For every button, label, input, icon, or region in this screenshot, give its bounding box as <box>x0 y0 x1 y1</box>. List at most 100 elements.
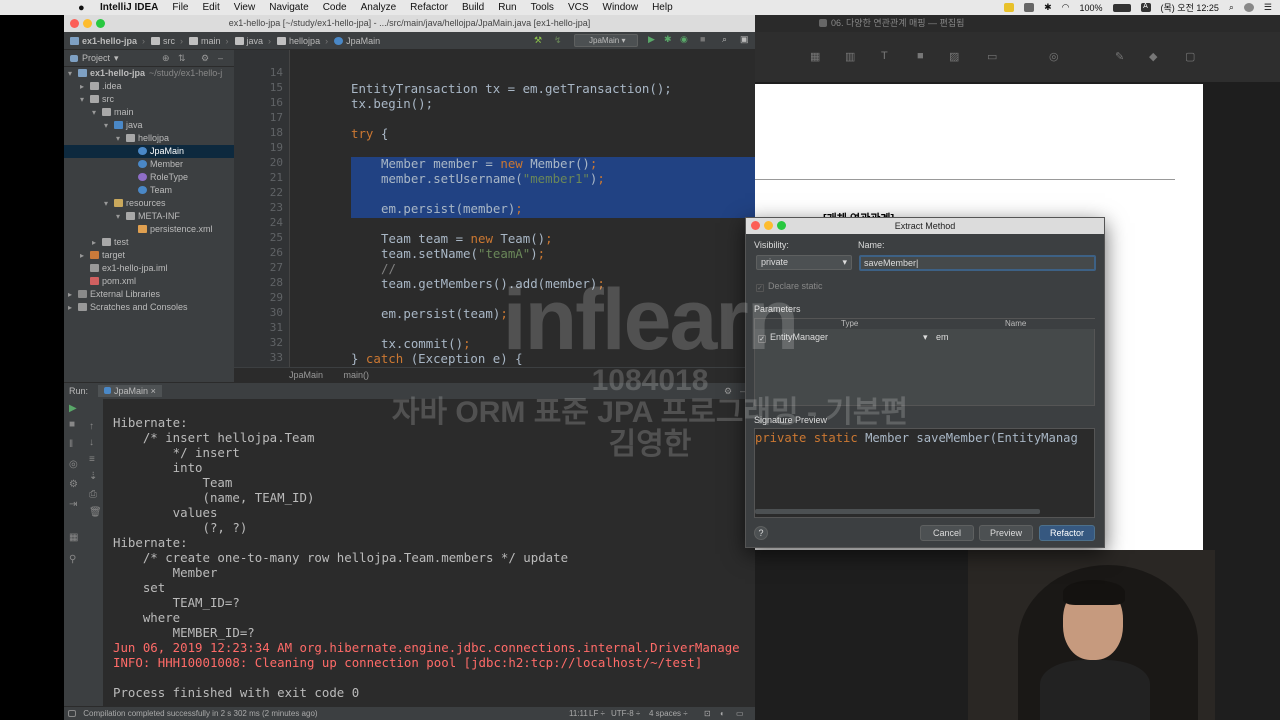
chevron-down-icon[interactable]: ▾ <box>114 53 119 64</box>
menu-item-file[interactable]: File <box>172 2 188 13</box>
debug-icon[interactable]: ✱ <box>664 34 672 45</box>
method-name-input[interactable]: saveMember| <box>859 255 1096 271</box>
tree-item-java[interactable]: ▾ java <box>64 119 234 132</box>
tree-item-roletype[interactable]: RoleType <box>64 171 234 184</box>
menu-item-refactor[interactable]: Refactor <box>410 2 448 13</box>
chevron-down-icon[interactable]: ▾ <box>92 106 102 119</box>
param-type[interactable]: EntityManager <box>770 332 828 342</box>
visibility-select[interactable]: private ▾ <box>756 255 852 270</box>
stop-icon[interactable]: ■ <box>69 419 75 430</box>
line-separator[interactable]: LF ÷ <box>589 707 605 720</box>
chevron-down-icon[interactable]: ▾ <box>80 93 90 106</box>
notification-center-icon[interactable]: ☰ <box>1264 2 1272 13</box>
chevron-right-icon[interactable]: ▸ <box>68 288 78 301</box>
vcs-icon[interactable]: ▣ <box>740 34 749 45</box>
tree-item-src[interactable]: ▾ src <box>64 93 234 106</box>
exit-icon[interactable]: ⇥ <box>69 499 77 510</box>
menu-item-build[interactable]: Build <box>462 2 484 13</box>
tree-item-meta-inf[interactable]: ▾ META-INF <box>64 210 234 223</box>
wifi-icon[interactable]: ◠ <box>1062 2 1070 13</box>
menu-item-tools[interactable]: Tools <box>531 2 554 13</box>
menu-item-view[interactable]: View <box>234 2 256 13</box>
search-everywhere-icon[interactable]: ⌕ <box>722 34 727 45</box>
breadcrumb-item[interactable]: main › <box>189 36 229 46</box>
down-arrow-icon[interactable]: ↓ <box>89 437 94 448</box>
indent-setting[interactable]: 4 spaces ÷ <box>649 707 688 720</box>
chevron-right-icon[interactable]: ▸ <box>80 80 90 93</box>
menu-item-code[interactable]: Code <box>323 2 347 13</box>
param-name[interactable]: em <box>936 331 949 344</box>
app-status-icon[interactable] <box>1024 3 1035 12</box>
zoom-window-button[interactable] <box>96 19 105 28</box>
column-name-header[interactable]: Name <box>1005 319 1026 328</box>
close-dialog-button[interactable] <box>751 221 760 230</box>
apple-icon[interactable]: ● <box>78 2 92 14</box>
chevron-down-icon[interactable]: ▾ <box>104 119 114 132</box>
chevron-down-icon[interactable]: ▾ <box>104 197 114 210</box>
tree-item-test[interactable]: ▸ test <box>64 236 234 249</box>
battery-icon[interactable] <box>1112 3 1131 12</box>
hide-panel-icon[interactable]: – <box>218 53 223 63</box>
print-icon[interactable]: ⎙ <box>89 489 97 500</box>
close-tab-icon[interactable]: × <box>151 386 156 396</box>
shape-icon[interactable]: ■ <box>917 50 924 62</box>
caret-position[interactable]: 11:11 <box>569 707 588 720</box>
gear-icon[interactable]: ⚙ <box>201 53 209 64</box>
collapse-all-icon[interactable]: ⇅ <box>178 53 186 64</box>
breadcrumb-item[interactable]: JpaMain <box>334 36 380 46</box>
lock-icon[interactable]: ⊡ <box>704 707 711 720</box>
tree-item-pom-xml[interactable]: pom.xml <box>64 275 234 288</box>
breadcrumb-item[interactable]: src › <box>151 36 183 46</box>
table-row[interactable]: ✓ EntityManager ▾ em <box>755 331 1094 344</box>
menu-item-analyze[interactable]: Analyze <box>361 2 397 13</box>
editor-crumb-class[interactable]: JpaMain <box>289 370 323 380</box>
chevron-down-icon[interactable]: ▾ <box>116 210 126 223</box>
siri-icon[interactable] <box>1243 3 1254 12</box>
coverage-icon[interactable]: ◉ <box>680 34 688 45</box>
table-icon[interactable]: ▦ <box>810 50 820 63</box>
tree-item-member[interactable]: Member <box>64 158 234 171</box>
menubar-app-name[interactable]: IntelliJ IDEA <box>100 2 158 13</box>
settings-icon[interactable]: ⚙ <box>69 479 78 490</box>
menu-item-vcs[interactable]: VCS <box>568 2 589 13</box>
chevron-down-icon[interactable]: ▾ <box>923 331 928 344</box>
hammer-icon[interactable]: ↯ <box>554 35 562 46</box>
breadcrumb-item[interactable]: ex1-hello-jpa › <box>70 36 145 46</box>
bluetooth-icon[interactable]: ✱ <box>1044 2 1052 13</box>
chevron-right-icon[interactable]: ▸ <box>68 301 78 314</box>
declare-static-checkbox[interactable]: ✓ Declare static <box>756 281 823 292</box>
run-tab-jpamain[interactable]: JpaMain × <box>98 385 162 397</box>
tree-item-scratches-and-consoles[interactable]: ▸ Scratches and Consoles <box>64 301 234 314</box>
stop-icon[interactable]: ■ <box>700 34 705 44</box>
tree-item-resources[interactable]: ▾ resources <box>64 197 234 210</box>
sidebar-icon[interactable]: ▢ <box>1185 50 1195 63</box>
media-icon[interactable]: ▨ <box>949 50 959 63</box>
locate-icon[interactable]: ⊕ <box>162 53 170 64</box>
gear-icon[interactable]: ⚙ <box>724 386 732 397</box>
layout-icon[interactable]: ▦ <box>69 532 78 543</box>
menu-item-navigate[interactable]: Navigate <box>269 2 308 13</box>
tree-item-external-libraries[interactable]: ▸ External Libraries <box>64 288 234 301</box>
document-setup-icon[interactable]: ◆ <box>1149 50 1157 63</box>
close-window-button[interactable] <box>70 19 79 28</box>
param-include-checkbox[interactable]: ✓ <box>758 335 766 343</box>
cancel-button[interactable]: Cancel <box>920 525 974 541</box>
editor-crumb-method[interactable]: main() <box>344 370 370 380</box>
build-icon[interactable]: ⚒ <box>534 35 542 46</box>
text-icon[interactable]: T <box>881 50 888 62</box>
tree-item-hellojpa[interactable]: ▾ hellojpa <box>64 132 234 145</box>
rerun-icon[interactable]: ▶ <box>69 403 77 414</box>
menubar-clock[interactable]: (목) 오전 12:25 <box>1161 1 1219 14</box>
code-editor[interactable]: EntityTransaction tx = em.getTransaction… <box>290 50 755 378</box>
comment-icon[interactable]: ▭ <box>987 50 997 63</box>
minimize-window-button[interactable] <box>83 19 92 28</box>
spotlight-search-icon[interactable]: ⌕ <box>1229 2 1234 13</box>
scroll-to-end-icon[interactable]: ⇣ <box>89 471 97 482</box>
chevron-down-icon[interactable]: ▾ <box>68 67 78 80</box>
tree-item--idea[interactable]: ▸ .idea <box>64 80 234 93</box>
trash-icon[interactable]: 🗑 <box>89 507 102 518</box>
chevron-down-icon[interactable]: ▾ <box>116 132 126 145</box>
run-config-selector[interactable]: JpaMain ▾ <box>574 34 638 47</box>
run-console[interactable]: Hibernate: /* insert hellojpa.Team */ in… <box>104 399 755 711</box>
file-encoding[interactable]: UTF-8 ÷ <box>611 707 640 720</box>
